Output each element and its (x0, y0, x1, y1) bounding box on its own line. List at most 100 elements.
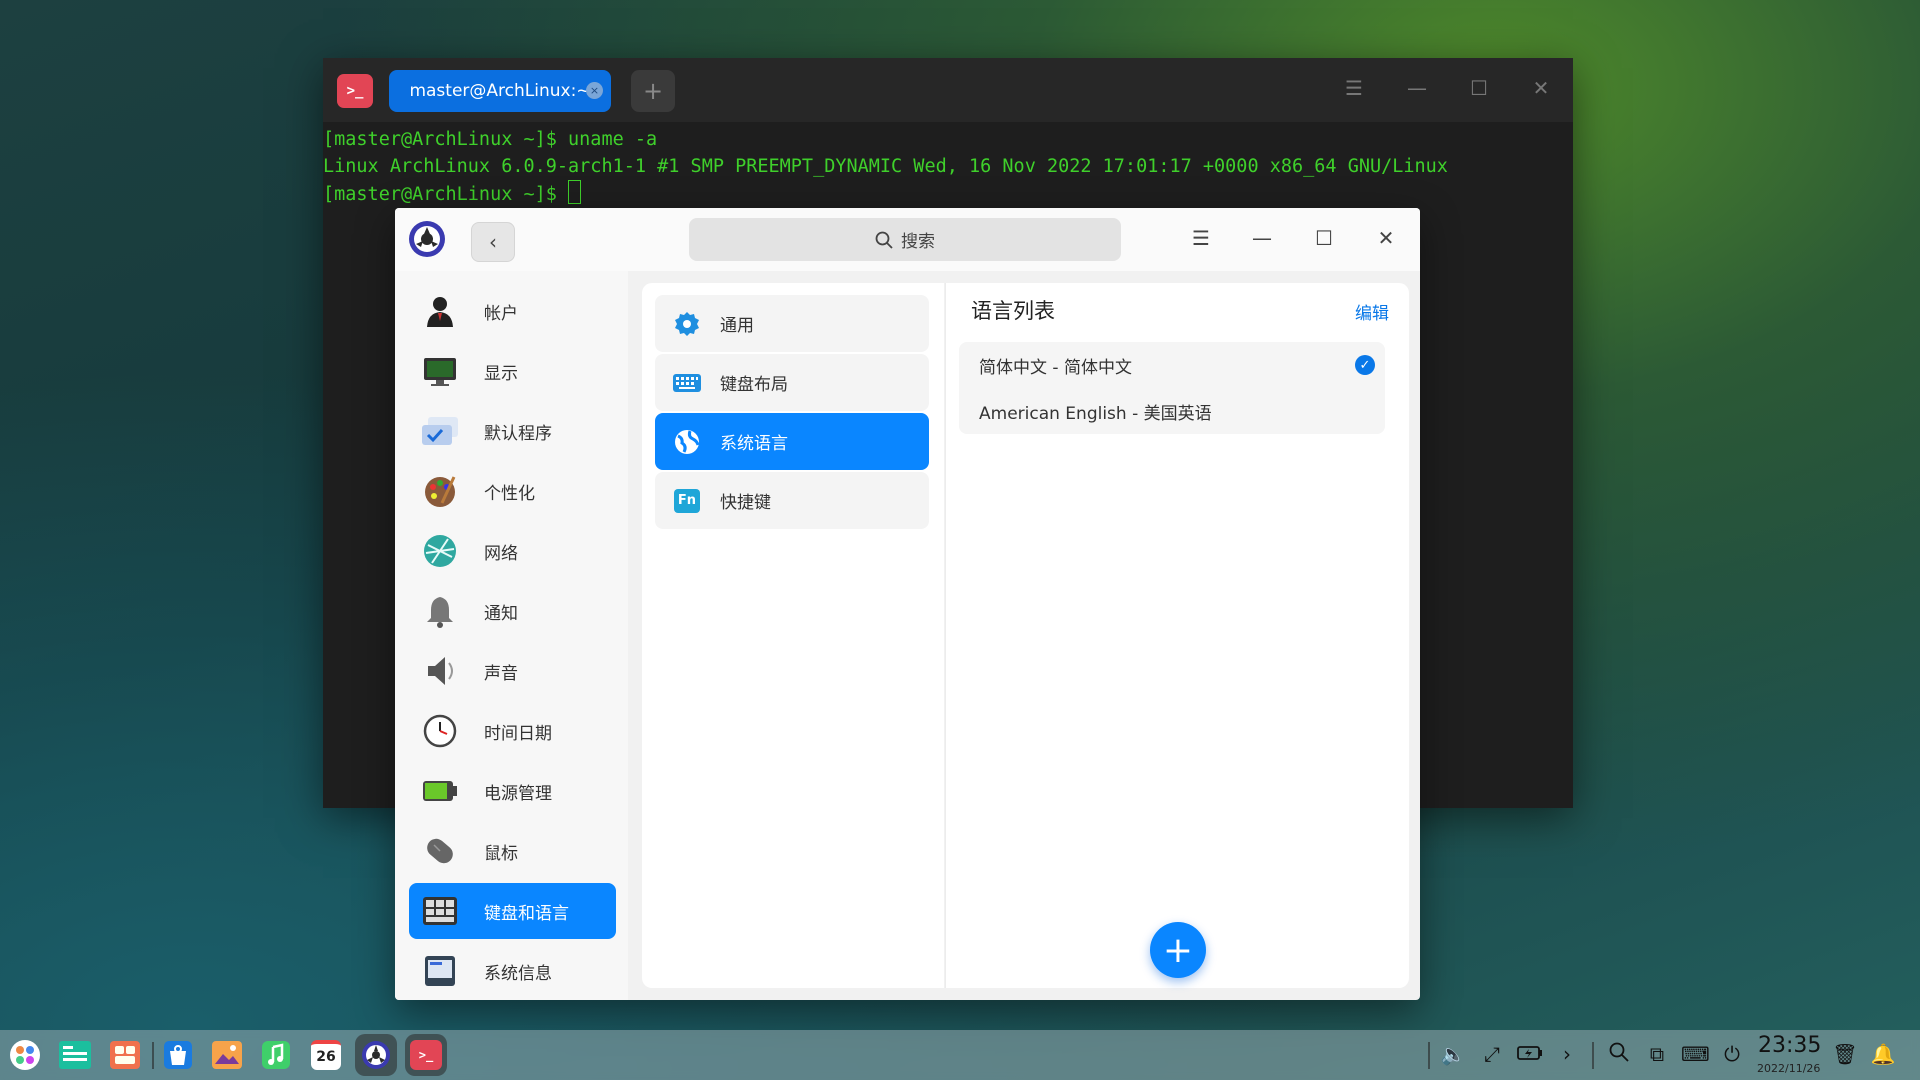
notification-bell-icon (420, 591, 460, 631)
image-viewer-icon[interactable] (206, 1034, 248, 1076)
subnav-label: 快捷键 (720, 493, 771, 513)
back-button[interactable]: ‹ (471, 222, 515, 262)
personalization-icon (420, 471, 460, 511)
nav-item-keyboard-language[interactable]: 键盘和语言 (409, 883, 616, 939)
terminal-tab[interactable]: master@ArchLinux:~ × (389, 70, 611, 112)
nav-item-network[interactable]: 网络 (409, 523, 616, 579)
minimize-icon[interactable]: — (1247, 227, 1277, 249)
subnav-item-system-language[interactable]: 系统语言 (655, 413, 929, 470)
panel-title: 语言列表 (971, 299, 1055, 323)
app-store-icon[interactable] (104, 1034, 146, 1076)
calendar-icon[interactable]: 26 (305, 1034, 347, 1076)
terminal-titlebar[interactable]: >_ master@ArchLinux:~ × + ☰ — ☐ ✕ (323, 58, 1573, 122)
nav-item-default-apps[interactable]: 默认程序 (409, 403, 616, 459)
gear-icon (672, 309, 702, 339)
terminal-prompt-line: [master@ArchLinux ~]$ (323, 180, 1573, 208)
nav-label: 个性化 (484, 483, 535, 504)
chevron-right-icon[interactable]: › (1553, 1042, 1581, 1066)
music-icon[interactable] (255, 1034, 297, 1076)
control-center-window[interactable]: ‹ 搜索 ☰ — ☐ ✕ 帐户 显示 默认程序 个性化 网络 通知 声音 时间日… (395, 208, 1420, 1000)
nav-label: 通知 (484, 603, 518, 624)
tab-close-icon[interactable]: × (586, 82, 603, 99)
terminal-glyph: >_ (410, 1040, 442, 1070)
close-icon[interactable]: ✕ (1526, 76, 1556, 100)
mouse-icon (420, 831, 460, 871)
menu-icon[interactable]: ☰ (1186, 227, 1216, 249)
network-icon (420, 531, 460, 571)
keyboard-icon[interactable]: ⌨ (1681, 1042, 1710, 1066)
clock-icon (420, 711, 460, 751)
chevron-left-icon: ‹ (489, 230, 497, 254)
nav-item-display[interactable]: 显示 (409, 343, 616, 399)
language-item-simplified-chinese[interactable]: 简体中文 - 简体中文 ✓ (959, 342, 1385, 388)
terminal-line: Linux ArchLinux 6.0.9-arch1-1 #1 SMP PRE… (323, 156, 1448, 177)
nav-label: 时间日期 (484, 723, 552, 744)
terminal-app-icon: >_ (337, 74, 373, 108)
edit-button[interactable]: 编辑 (1355, 299, 1389, 324)
power-icon[interactable]: ⏻ (1718, 1042, 1746, 1066)
subnav-label: 系统语言 (720, 434, 788, 454)
maximize-icon[interactable]: ☐ (1309, 227, 1339, 249)
control-center-dock-icon[interactable] (355, 1034, 397, 1076)
subnav-item-shortcuts[interactable]: Fn 快捷键 (655, 472, 929, 529)
keyboard-language-subnav: 通用 键盘布局 系统语言 Fn 快捷键 (642, 283, 944, 988)
nav-item-system-info[interactable]: 系统信息 (409, 943, 616, 999)
nav-item-personalization[interactable]: 个性化 (409, 463, 616, 519)
search-placeholder: 搜索 (901, 232, 935, 252)
search-icon (875, 231, 893, 249)
dock-separator (1428, 1042, 1430, 1069)
terminal-prompt: [master@ArchLinux ~]$ (323, 184, 569, 205)
nav-label: 系统信息 (484, 963, 552, 984)
nav-item-sound[interactable]: 声音 (409, 643, 616, 699)
new-tab-button[interactable]: + (631, 70, 675, 112)
fn-key-glyph: Fn (674, 488, 700, 513)
check-icon: ✓ (1355, 355, 1375, 375)
language-label: 简体中文 - 简体中文 (979, 357, 1132, 378)
minimize-icon[interactable]: — (1402, 76, 1432, 100)
nav-item-datetime[interactable]: 时间日期 (409, 703, 616, 759)
maximize-icon[interactable]: ☐ (1464, 76, 1494, 100)
nav-label: 电源管理 (484, 783, 552, 804)
subnav-item-general[interactable]: 通用 (655, 295, 929, 352)
dock-separator (152, 1042, 154, 1069)
search-input[interactable]: 搜索 (689, 218, 1121, 261)
globe-icon (672, 427, 702, 457)
terminal-cursor (568, 180, 582, 204)
subnav-label: 键盘布局 (720, 375, 788, 395)
settings-titlebar[interactable]: ‹ 搜索 ☰ — ☐ ✕ (395, 208, 1420, 271)
terminal-dock-icon[interactable]: >_ (405, 1034, 447, 1076)
fn-key-icon: Fn (672, 486, 702, 516)
battery-status-icon[interactable] (1516, 1042, 1544, 1066)
browser-icon[interactable] (157, 1034, 199, 1076)
search-icon[interactable] (1605, 1042, 1633, 1067)
left-navigation: 帐户 显示 默认程序 个性化 网络 通知 声音 时间日期 电源管理 鼠标 键盘和… (395, 271, 628, 1000)
add-language-button[interactable]: + (1150, 922, 1206, 978)
network-status-icon[interactable]: ⤢ (1478, 1042, 1506, 1066)
language-label: American English - 美国英语 (979, 403, 1212, 424)
taskbar-dock: 26 >_ 🔈 ⤢ › ⧉ ⌨ ⏻ 23:35 2022/11/26 🗑 🔔 (0, 1030, 1920, 1080)
system-info-icon (420, 951, 460, 991)
nav-label: 鼠标 (484, 843, 518, 864)
clock-date[interactable]: 2022/11/26 (1757, 1062, 1820, 1075)
clock-time[interactable]: 23:35 (1758, 1033, 1821, 1058)
volume-icon[interactable]: 🔈 (1439, 1042, 1467, 1066)
close-icon[interactable]: ✕ (1371, 227, 1401, 249)
menu-icon[interactable]: ☰ (1339, 76, 1369, 100)
nav-label: 默认程序 (484, 423, 552, 444)
notification-bell-icon[interactable]: 🔔 (1869, 1042, 1897, 1066)
display-icon (420, 351, 460, 391)
subnav-item-keyboard-layout[interactable]: 键盘布局 (655, 354, 929, 411)
launcher-icon[interactable] (4, 1034, 46, 1076)
nav-label: 声音 (484, 663, 518, 684)
nav-item-mouse[interactable]: 鼠标 (409, 823, 616, 879)
trash-icon[interactable]: 🗑 (1831, 1042, 1859, 1066)
language-item-american-english[interactable]: American English - 美国英语 (959, 388, 1385, 434)
default-apps-icon (420, 411, 460, 451)
terminal-line: [master@ArchLinux ~]$ uname -a (323, 129, 658, 150)
file-manager-icon[interactable] (54, 1034, 96, 1076)
nav-item-power[interactable]: 电源管理 (409, 763, 616, 819)
nav-item-account[interactable]: 帐户 (409, 283, 616, 339)
terminal-output[interactable]: [master@ArchLinux ~]$ uname -a Linux Arch… (323, 122, 1573, 208)
nav-item-notification[interactable]: 通知 (409, 583, 616, 639)
screenshot-icon[interactable]: ⧉ (1643, 1042, 1671, 1066)
